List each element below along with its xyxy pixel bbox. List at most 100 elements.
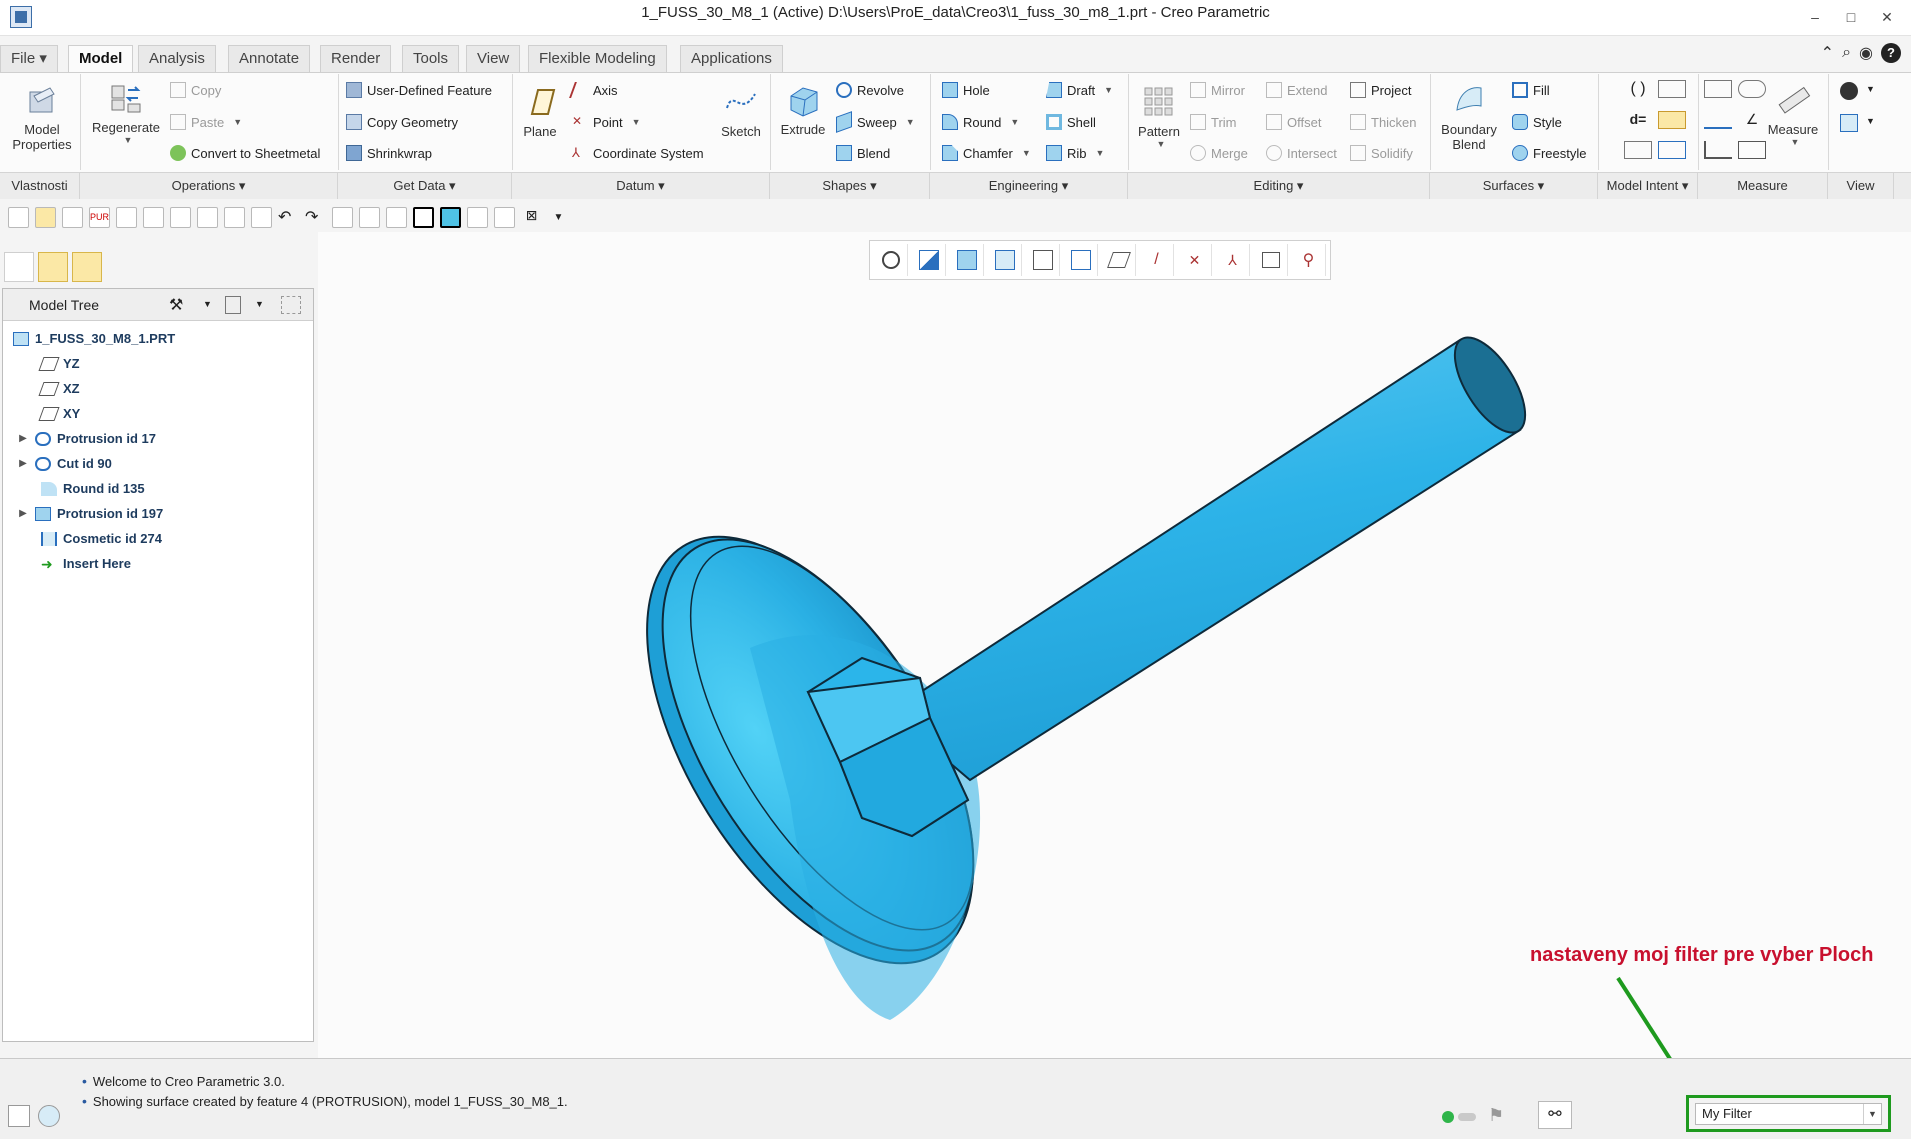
folder-browser-tab-icon[interactable]	[38, 252, 68, 282]
component-interface-icon[interactable]	[1658, 141, 1686, 160]
group-engineering[interactable]: Engineering ▾	[930, 173, 1128, 199]
group-get-data[interactable]: Get Data ▾	[338, 173, 512, 199]
model-properties-button[interactable]: Model Properties	[6, 82, 78, 152]
tab-analysis[interactable]: Analysis	[138, 45, 216, 72]
model-tree-tab-icon[interactable]	[4, 252, 34, 282]
group-view[interactable]: View	[1828, 173, 1894, 199]
edit-icon[interactable]	[143, 206, 164, 228]
hole-button[interactable]: Hole	[942, 82, 990, 98]
minimize-button[interactable]: –	[1800, 6, 1830, 28]
browser-toggle-icon[interactable]	[38, 1105, 60, 1127]
tab-view[interactable]: View	[466, 45, 521, 72]
axis-display-icon[interactable]: /	[1140, 244, 1174, 276]
relations-icon[interactable]: ( )	[1624, 80, 1652, 105]
measure-button[interactable]: Measure ▼	[1764, 82, 1822, 147]
freestyle-button[interactable]: Freestyle	[1512, 145, 1586, 161]
tree-item-feature[interactable]: ▶ Protrusion id 197	[17, 506, 163, 521]
settings-icon[interactable]: ⚒	[169, 295, 183, 315]
sweep-button[interactable]: Sweep ▼	[836, 111, 915, 133]
draft-button[interactable]: Draft ▼	[1046, 82, 1113, 98]
display-style-icon[interactable]	[988, 244, 1022, 276]
copy-button[interactable]: Copy	[170, 82, 221, 98]
help-icon[interactable]: ?	[1881, 43, 1901, 63]
draft-analysis-icon[interactable]: ∠	[1738, 111, 1766, 136]
blend-button[interactable]: Blend	[836, 145, 890, 161]
parameters-icon[interactable]: d=	[1624, 111, 1652, 136]
refit-icon[interactable]	[874, 244, 908, 276]
show-icon[interactable]	[225, 296, 241, 314]
close-window-icon[interactable]	[386, 206, 407, 228]
offset-button[interactable]: Offset	[1266, 114, 1321, 130]
curvature-icon[interactable]	[1704, 111, 1732, 129]
appearance-icon[interactable]	[1840, 82, 1858, 100]
open-file-icon[interactable]	[35, 206, 56, 228]
axis-button[interactable]: Axis	[569, 82, 618, 98]
regenerate-small-icon[interactable]	[332, 206, 353, 228]
search-icon[interactable]: ⌕	[1842, 44, 1851, 62]
extend-button[interactable]: Extend	[1266, 82, 1327, 98]
windows-icon[interactable]	[359, 206, 380, 228]
community-icon[interactable]: ◉	[1859, 43, 1873, 63]
round-button[interactable]: Round ▼	[942, 114, 1019, 130]
tab-tools[interactable]: Tools	[402, 45, 460, 72]
publish-geometry-icon[interactable]	[1624, 141, 1652, 160]
backup-icon[interactable]	[197, 206, 218, 228]
erase-icon[interactable]	[116, 206, 137, 228]
save-copy-icon[interactable]	[224, 206, 245, 228]
group-measure[interactable]: Measure	[1698, 173, 1828, 199]
filter-tree-icon[interactable]	[281, 296, 301, 314]
close-icon[interactable]: ⊠	[521, 207, 542, 228]
csys-display-icon[interactable]: ⅄	[1216, 244, 1250, 276]
regenerate-button[interactable]: Regenerate ▼	[86, 80, 166, 145]
chevron-down-icon[interactable]: ▼	[1866, 116, 1875, 126]
mass-properties-icon[interactable]	[1704, 80, 1732, 98]
group-shapes[interactable]: Shapes ▾	[770, 173, 930, 199]
expand-arrow-icon[interactable]: ▶	[17, 508, 29, 519]
saved-orientations-icon[interactable]	[950, 244, 984, 276]
distance-icon[interactable]	[1704, 141, 1732, 160]
close-button[interactable]: ✕	[1872, 6, 1902, 28]
tab-flexible-modeling[interactable]: Flexible Modeling	[528, 45, 667, 72]
view-manager-icon[interactable]	[1840, 114, 1858, 132]
tab-applications[interactable]: Applications	[680, 45, 783, 72]
tab-render[interactable]: Render	[320, 45, 392, 72]
fill-button[interactable]: Fill	[1512, 82, 1550, 98]
layers-icon[interactable]	[494, 206, 515, 228]
print-icon[interactable]	[251, 206, 272, 228]
point-button[interactable]: ✕ Point ▼	[572, 114, 641, 130]
coordinate-system-button[interactable]: ⅄ Coordinate System	[572, 145, 704, 161]
chamfer-button[interactable]: Chamfer ▼	[942, 145, 1031, 161]
rib-button[interactable]: Rib ▼	[1046, 145, 1104, 161]
redo-icon[interactable]: ↷	[305, 207, 326, 228]
convert-to-sheetmetal-button[interactable]: Convert to Sheetmetal	[170, 145, 320, 161]
purge-icon[interactable]: PUR	[89, 206, 110, 228]
tree-item-part[interactable]: 1_FUSS_30_M8_1.PRT	[13, 331, 175, 346]
chevron-down-icon[interactable]: ▼	[255, 299, 264, 309]
pattern-button[interactable]: Pattern ▼	[1134, 84, 1184, 149]
flag-icon[interactable]: ⚑	[1488, 1105, 1504, 1126]
expand-arrow-icon[interactable]: ▶	[17, 458, 29, 469]
tree-item-feature[interactable]: ▶ Protrusion id 17	[17, 431, 156, 446]
style-button[interactable]: Style	[1512, 114, 1562, 130]
merge-button[interactable]: Merge	[1190, 145, 1248, 161]
group-datum[interactable]: Datum ▾	[512, 173, 770, 199]
extrude-button[interactable]: Extrude	[776, 82, 830, 137]
expand-arrow-icon[interactable]: ▶	[17, 433, 29, 444]
paste-button[interactable]: Paste ▼	[170, 114, 242, 130]
solidify-button[interactable]: Solidify	[1350, 145, 1413, 161]
save-as-icon[interactable]	[170, 206, 191, 228]
new-file-icon[interactable]	[8, 206, 29, 228]
switch-dimensions-icon[interactable]	[1658, 110, 1686, 129]
boundary-blend-button[interactable]: Boundary Blend	[1436, 82, 1502, 152]
tab-model[interactable]: Model	[68, 45, 134, 73]
shrinkwrap-button[interactable]: Shrinkwrap	[346, 145, 432, 161]
favorites-tab-icon[interactable]	[72, 252, 102, 282]
group-model-intent[interactable]: Model Intent ▾	[1598, 173, 1698, 199]
sketch-button[interactable]: Sketch	[716, 84, 766, 139]
revolve-button[interactable]: Revolve	[836, 82, 904, 98]
tree-item-feature[interactable]: Round id 135	[41, 481, 145, 496]
chevron-down-icon[interactable]: ▼	[1863, 1104, 1881, 1124]
tree-item-datum-plane[interactable]: YZ	[38, 356, 80, 371]
save-icon[interactable]	[62, 206, 83, 228]
chevron-down-icon[interactable]: ▼	[203, 299, 212, 309]
